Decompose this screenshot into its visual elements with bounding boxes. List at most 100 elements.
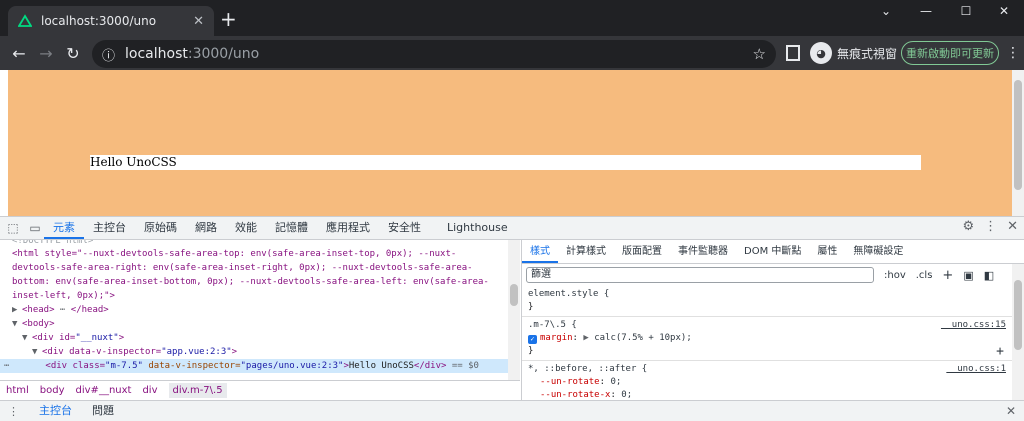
collapse-triangle-icon[interactable]: ▼ — [12, 317, 22, 331]
nuxt-div-node[interactable]: ▼ <div id="__nuxt"> — [0, 331, 508, 345]
tab-elements[interactable]: 元素 — [44, 217, 84, 239]
property-name[interactable]: --un-rotate — [540, 377, 600, 387]
devtools-menu-icon[interactable]: ⋮ — [984, 219, 997, 234]
breadcrumb-html[interactable]: html — [6, 385, 29, 396]
sel-div-tag: <div class= — [45, 361, 106, 371]
update-button[interactable]: 重新啟動即可更新 — [901, 41, 999, 65]
browser-tab-bar: localhost:3000/uno ✕ + ⌄ — ☐ ✕ — [0, 0, 1024, 36]
page-scrollbar[interactable] — [1012, 70, 1024, 216]
tab-computed[interactable]: 計算樣式 — [558, 240, 614, 263]
universal-source-link[interactable]: __uno.css:1 — [946, 363, 1006, 376]
un-rotate-property[interactable]: --un-rotate: 0; — [528, 376, 1006, 389]
tab-accessibility[interactable]: 無障礙設定 — [845, 240, 911, 263]
add-property-icon[interactable]: + — [996, 345, 1004, 358]
app-div-node[interactable]: ▼ <div data-v-inspector="app.vue:2:3"> — [0, 345, 508, 359]
address-bar[interactable]: ⓘ localhost:3000/uno ☆ — [92, 40, 776, 68]
sel-div-text: Hello UnoCSS — [348, 361, 414, 371]
property-value[interactable]: 0; — [610, 377, 621, 387]
node-actions-icon[interactable]: ⋯ — [4, 361, 9, 371]
reload-icon[interactable]: ↻ — [62, 42, 84, 64]
app-div-tag: <div data-v-inspector= — [42, 347, 162, 357]
styles-scrollbar-thumb[interactable] — [1014, 280, 1022, 350]
tab-console[interactable]: 主控台 — [84, 217, 135, 239]
drawer-tab-console[interactable]: 主控台 — [29, 401, 82, 421]
nuxt-div-tag: <div id= — [32, 333, 76, 343]
drawer-close-icon[interactable]: ✕ — [1006, 404, 1016, 418]
tab-sources[interactable]: 原始碼 — [135, 217, 186, 239]
new-rule-icon[interactable]: + — [942, 268, 953, 283]
property-name[interactable]: margin — [540, 333, 573, 343]
margin-property[interactable]: ✓ margin: ▶ calc(7.5% + 10px); — [528, 332, 1006, 345]
tab-dom-breakpoints[interactable]: DOM 中斷點 — [736, 240, 809, 263]
tab-network[interactable]: 網路 — [186, 217, 226, 239]
url-host: localhost — [125, 46, 188, 62]
styles-filter-input[interactable]: 篩選 — [526, 267, 874, 283]
collapse-triangle-icon[interactable]: ▼ — [32, 345, 42, 359]
m75-source-link[interactable]: __uno.css:15 — [941, 319, 1006, 332]
settings-gear-icon[interactable]: ⚙ — [962, 219, 974, 234]
tab-application[interactable]: 應用程式 — [317, 217, 379, 239]
tab-performance[interactable]: 效能 — [226, 217, 266, 239]
devtools-close-icon[interactable]: ✕ — [1007, 219, 1018, 234]
device-toggle-icon[interactable]: ▭ — [26, 219, 44, 237]
minimize-icon[interactable]: — — [906, 0, 946, 22]
hov-button[interactable]: :hov — [884, 270, 906, 281]
paint-brush-icon[interactable]: ▣ — [963, 269, 973, 282]
tab-styles[interactable]: 樣式 — [522, 240, 558, 263]
tab-memory[interactable]: 記憶體 — [266, 217, 317, 239]
property-name[interactable]: --un-rotate-x — [540, 390, 610, 400]
breadcrumb-div[interactable]: div — [142, 385, 157, 396]
body-node[interactable]: ▼ <body> — [0, 317, 508, 331]
tab-layout[interactable]: 版面配置 — [614, 240, 670, 263]
breadcrumb-body[interactable]: body — [40, 385, 65, 396]
selected-div-node[interactable]: ⋯ <div class="m-7.5" data-v-inspector="pa… — [0, 359, 508, 373]
expand-triangle-icon[interactable]: ▶ — [12, 303, 22, 317]
url-path: :3000/uno — [187, 46, 260, 62]
tab-security[interactable]: 安全性 — [379, 217, 430, 239]
site-info-icon[interactable]: ⓘ — [102, 45, 115, 64]
cls-button[interactable]: .cls — [916, 270, 933, 281]
browser-toolbar: ← → ↻ ⓘ localhost:3000/uno ☆ ◕ 無痕式視窗 重新啟… — [0, 36, 1024, 70]
breadcrumb-current[interactable]: div.m-7\.5 — [168, 383, 227, 398]
breadcrumb-nuxt[interactable]: div#__nuxt — [76, 385, 132, 396]
styles-scrollbar[interactable] — [1012, 264, 1024, 400]
property-value[interactable]: 0; — [621, 390, 632, 400]
collapse-triangle-icon[interactable]: ▼ — [22, 331, 32, 345]
side-panel-icon[interactable] — [786, 45, 800, 61]
sel-div-ref: == $0 — [446, 361, 479, 371]
window-close-icon[interactable]: ✕ — [984, 0, 1024, 22]
drawer-menu-icon[interactable]: ⋮ — [8, 405, 19, 418]
universal-rule[interactable]: *, ::before, ::after { __uno.css:1 --un-… — [522, 361, 1012, 400]
tab-event-listeners[interactable]: 事件監聽器 — [670, 240, 736, 263]
property-value[interactable]: calc(7.5% + 10px); — [594, 333, 692, 343]
head-node[interactable]: ▶ <head> ⋯ </head> — [0, 303, 508, 317]
forward-arrow-icon[interactable]: → — [35, 42, 57, 64]
back-arrow-icon[interactable]: ← — [8, 42, 30, 64]
tab-lighthouse[interactable]: Lighthouse — [438, 217, 517, 239]
tab-title: localhost:3000/uno — [41, 14, 157, 28]
elements-scrollbar[interactable] — [508, 240, 520, 380]
m75-rule[interactable]: .m-7\.5 { __uno.css:15 ✓ margin: ▶ calc(7… — [522, 317, 1012, 361]
browser-menu-icon[interactable]: ⋮ — [1006, 45, 1020, 61]
un-rotate-x-property[interactable]: --un-rotate-x: 0; — [528, 389, 1006, 400]
breadcrumb: html body div#__nuxt div div.m-7\.5 — [0, 380, 520, 400]
property-checkbox[interactable]: ✓ — [528, 335, 537, 344]
new-tab-icon[interactable]: + — [220, 8, 237, 30]
toggle-sidebar-icon[interactable]: ◧ — [984, 269, 994, 282]
element-style-rule[interactable]: element.style { } — [522, 286, 1012, 317]
html-node[interactable]: <html style="--nuxt-devtools-safe-area-t… — [0, 247, 508, 303]
doctype-node[interactable]: <!DOCTYPE html> — [0, 240, 508, 247]
browser-tab[interactable]: localhost:3000/uno ✕ — [8, 6, 214, 36]
tab-properties[interactable]: 屬性 — [809, 240, 845, 263]
elements-scrollbar-thumb[interactable] — [510, 284, 518, 306]
drawer-tab-issues[interactable]: 問題 — [82, 401, 124, 421]
bookmark-star-icon[interactable]: ☆ — [753, 45, 766, 63]
inspect-element-icon[interactable]: ⬚ — [4, 219, 22, 237]
chevron-down-icon[interactable]: ⌄ — [866, 0, 906, 22]
tab-close-icon[interactable]: ✕ — [193, 14, 204, 29]
incognito-indicator[interactable]: ◕ 無痕式視窗 — [810, 42, 897, 64]
maximize-icon[interactable]: ☐ — [946, 0, 986, 22]
universal-selector: *, ::before, ::after { — [528, 364, 648, 374]
elements-tree[interactable]: <!DOCTYPE html> <html style="--nuxt-devt… — [0, 240, 508, 380]
page-scrollbar-thumb[interactable] — [1014, 80, 1022, 190]
